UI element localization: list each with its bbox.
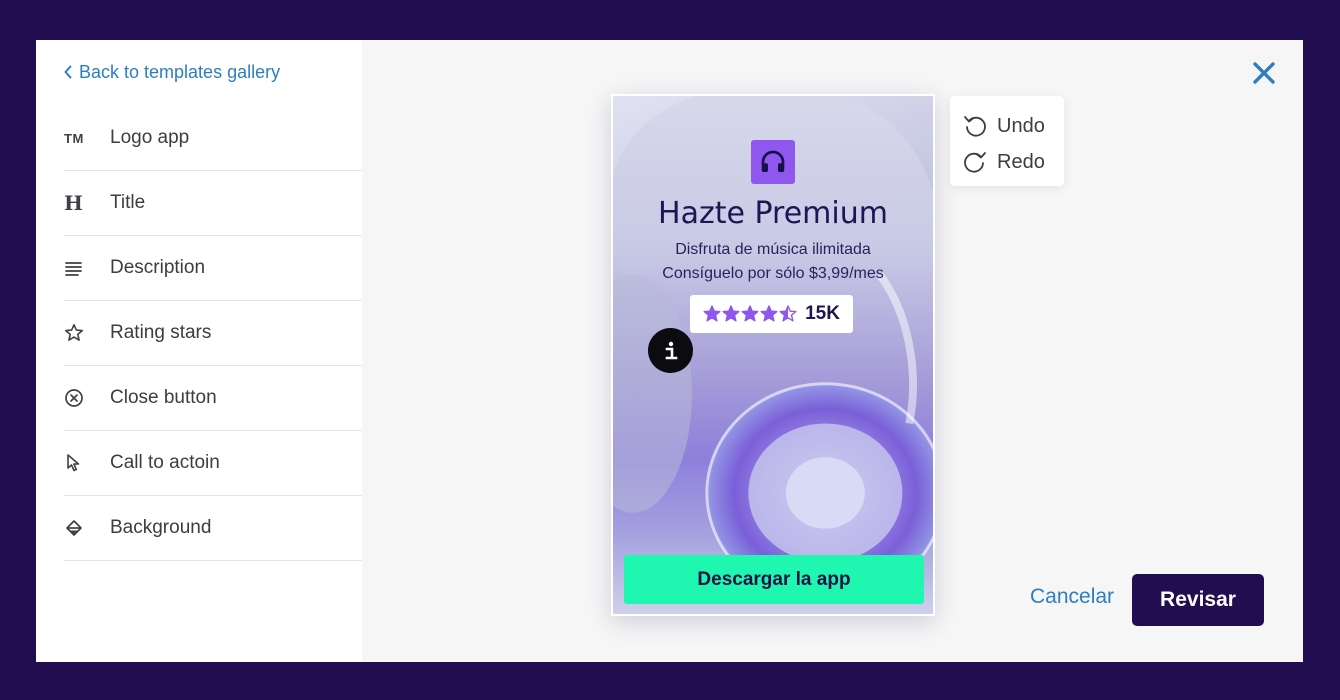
menu-item-label: Rating stars	[110, 322, 212, 343]
menu-item-title[interactable]: H Title	[64, 171, 362, 236]
ad-preview[interactable]: Hazte Premium Disfruta de música ilimita…	[611, 94, 935, 616]
back-to-gallery-link[interactable]: Back to templates gallery	[63, 60, 280, 84]
review-button[interactable]: Revisar	[1132, 574, 1264, 626]
element-menu: TM Logo app H Title Description Rating s…	[64, 106, 362, 561]
star-icon	[779, 305, 797, 322]
star-outline-icon	[64, 323, 110, 343]
redo-label: Redo	[997, 150, 1045, 173]
menu-item-call-to-action[interactable]: Call to actoin	[64, 431, 362, 496]
app-logo[interactable]	[751, 140, 795, 184]
menu-item-rating-stars[interactable]: Rating stars	[64, 301, 362, 366]
ad-description[interactable]: Disfruta de música ilimitada Consíguelo …	[613, 238, 933, 286]
template-elements-sidebar: Back to templates gallery TM Logo app H …	[36, 40, 362, 662]
rating-stars[interactable]: 15K	[690, 295, 853, 333]
menu-item-background[interactable]: Background	[64, 496, 362, 561]
menu-item-label: Logo app	[110, 127, 190, 148]
circle-x-icon	[64, 388, 110, 408]
redo-icon	[964, 152, 986, 173]
rating-count: 15K	[805, 303, 840, 324]
chevron-left-icon	[64, 65, 72, 79]
menu-item-label: Title	[110, 192, 146, 213]
menu-item-logo-app[interactable]: TM Logo app	[64, 106, 362, 171]
undo-button[interactable]: Undo	[962, 108, 1064, 144]
star-icon	[741, 305, 759, 322]
paint-bucket-icon	[64, 518, 110, 538]
star-icon	[722, 305, 740, 322]
stars-row	[703, 305, 797, 323]
info-icon	[665, 341, 677, 359]
close-icon[interactable]	[1251, 60, 1277, 86]
text-lines-icon	[64, 258, 110, 278]
history-panel: Undo Redo	[950, 96, 1064, 186]
star-icon	[703, 305, 721, 322]
undo-label: Undo	[997, 114, 1045, 137]
menu-item-label: Call to actoin	[110, 452, 220, 473]
star-icon	[760, 305, 778, 322]
preview-canvas: Hazte Premium Disfruta de música ilimita…	[362, 40, 1303, 662]
menu-item-label: Close button	[110, 387, 217, 408]
editor-modal: Back to templates gallery TM Logo app H …	[36, 40, 1303, 662]
menu-item-description[interactable]: Description	[64, 236, 362, 301]
menu-item-close-button[interactable]: Close button	[64, 366, 362, 431]
cta-button[interactable]: Descargar la app	[624, 555, 924, 604]
menu-item-label: Background	[110, 517, 212, 538]
back-link-label: Back to templates gallery	[79, 61, 281, 82]
ad-title[interactable]: Hazte Premium	[613, 196, 933, 231]
trademark-icon: TM	[64, 130, 84, 146]
redo-button[interactable]: Redo	[962, 144, 1064, 180]
headphones-icon	[761, 150, 785, 172]
info-button[interactable]	[648, 328, 693, 373]
cursor-pointer-icon	[64, 453, 110, 473]
cancel-button[interactable]: Cancelar	[1030, 585, 1114, 609]
menu-item-label: Description	[110, 257, 206, 278]
heading-icon: H	[64, 191, 83, 215]
undo-icon	[964, 116, 986, 137]
